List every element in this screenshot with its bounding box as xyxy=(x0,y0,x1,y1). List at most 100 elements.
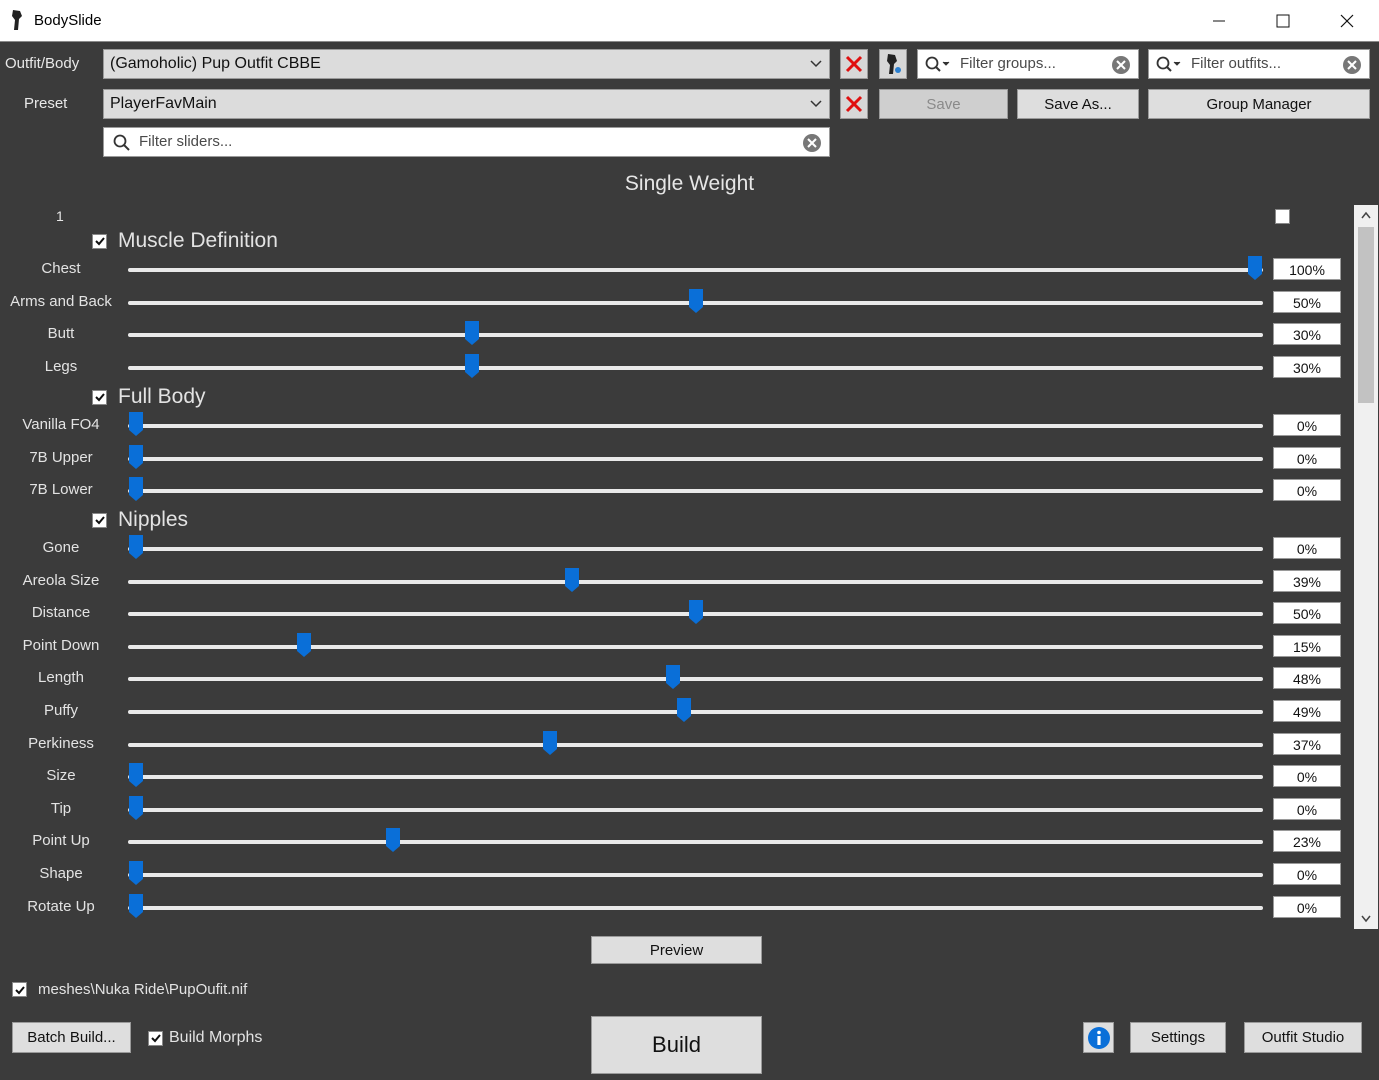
preset-select[interactable]: PlayerFavMain xyxy=(103,89,830,119)
slider-label: Shape xyxy=(39,865,83,882)
group-manager-button[interactable]: Group Manager xyxy=(1148,89,1370,119)
slider-track[interactable] xyxy=(128,807,1263,812)
slider-value-input[interactable]: 0% xyxy=(1273,537,1341,559)
slider-track[interactable] xyxy=(128,579,1263,584)
choose-outfit-button[interactable] xyxy=(879,49,907,79)
maximize-button[interactable] xyxy=(1251,0,1315,42)
slider-thumb[interactable] xyxy=(676,697,692,723)
slider-value-input[interactable]: 23% xyxy=(1273,830,1341,853)
slider-track[interactable] xyxy=(128,742,1263,747)
filter-outfits-placeholder: Filter outfits... xyxy=(1191,55,1282,72)
batch-build-button[interactable]: Batch Build... xyxy=(12,1022,131,1053)
slider-value-input[interactable]: 39% xyxy=(1273,569,1341,592)
slider-thumb[interactable] xyxy=(296,632,312,658)
clear-icon[interactable] xyxy=(802,133,822,153)
scroll-thumb[interactable] xyxy=(1358,227,1374,403)
slider-thumb[interactable] xyxy=(564,567,580,593)
chevron-down-icon xyxy=(1361,915,1371,923)
scroll-down-button[interactable] xyxy=(1354,909,1378,929)
slider-thumb[interactable] xyxy=(128,860,144,886)
title-bar: BodySlide xyxy=(0,0,1379,42)
build-button[interactable]: Build xyxy=(591,1016,762,1074)
slider-value-input[interactable]: 0% xyxy=(1273,446,1341,469)
slider-row: Gone 0% xyxy=(0,533,1350,565)
slider-track[interactable] xyxy=(128,905,1263,910)
slider-thumb[interactable] xyxy=(128,411,144,437)
slider-thumb[interactable] xyxy=(385,827,401,853)
slider-thumb[interactable] xyxy=(542,730,558,756)
slider-track[interactable] xyxy=(128,424,1263,428)
slider-value-input[interactable]: 0% xyxy=(1273,414,1341,436)
group-checkbox[interactable] xyxy=(92,389,107,405)
clear-icon[interactable] xyxy=(1342,55,1362,75)
slider-value-input[interactable]: 0% xyxy=(1273,863,1341,885)
slider-track[interactable] xyxy=(128,710,1263,714)
slider-value-input[interactable]: 30% xyxy=(1273,355,1341,378)
build-morphs-checkbox[interactable] xyxy=(148,1030,163,1046)
group-label: Full Body xyxy=(118,385,206,408)
settings-button[interactable]: Settings xyxy=(1130,1022,1226,1053)
output-file-checkbox[interactable] xyxy=(12,982,27,997)
group-label: Nipples xyxy=(118,508,189,531)
group-checkbox[interactable] xyxy=(92,512,107,528)
vertical-scrollbar[interactable] xyxy=(1354,205,1378,929)
select-all-checkbox[interactable] xyxy=(1275,209,1290,224)
filter-sliders-input[interactable]: Filter sliders... xyxy=(103,127,830,157)
slider-value-input[interactable]: 100% xyxy=(1273,258,1341,280)
slider-value-input[interactable]: 0% xyxy=(1273,797,1341,820)
save-button[interactable]: Save xyxy=(879,89,1008,119)
slider-thumb[interactable] xyxy=(1247,255,1263,281)
slider-value-input[interactable]: 0% xyxy=(1273,765,1341,788)
slider-track[interactable] xyxy=(128,775,1263,780)
slider-value-input[interactable]: 49% xyxy=(1273,700,1341,722)
slider-group: Muscle Definition xyxy=(92,228,278,254)
slider-track[interactable] xyxy=(128,547,1263,551)
scroll-up-button[interactable] xyxy=(1354,205,1378,225)
slider-thumb[interactable] xyxy=(128,893,144,919)
filter-groups-input[interactable]: Filter groups... xyxy=(917,49,1139,79)
preview-button[interactable]: Preview xyxy=(591,936,762,964)
slider-thumb[interactable] xyxy=(128,444,144,470)
delete-preset-button[interactable] xyxy=(840,89,868,119)
save-as-button[interactable]: Save As... xyxy=(1017,89,1139,119)
slider-track[interactable] xyxy=(128,677,1263,682)
close-button[interactable] xyxy=(1315,0,1379,42)
slider-value-input[interactable]: 0% xyxy=(1273,895,1341,918)
slider-track[interactable] xyxy=(128,489,1263,494)
outfit-studio-button[interactable]: Outfit Studio xyxy=(1244,1022,1362,1053)
slider-track[interactable] xyxy=(128,840,1263,845)
slider-value-input[interactable]: 15% xyxy=(1273,634,1341,657)
slider-value-input[interactable]: 37% xyxy=(1273,732,1341,755)
slider-thumb[interactable] xyxy=(665,664,681,690)
slider-value-input[interactable]: 50% xyxy=(1273,602,1341,625)
slider-track[interactable] xyxy=(128,873,1263,877)
slider-track[interactable] xyxy=(128,333,1263,338)
red-x-icon xyxy=(845,95,863,113)
slider-value-input[interactable]: 0% xyxy=(1273,479,1341,502)
slider-track[interactable] xyxy=(128,365,1263,370)
slider-value-input[interactable]: 48% xyxy=(1273,667,1341,690)
slider-thumb[interactable] xyxy=(128,795,144,821)
slider-thumb[interactable] xyxy=(464,320,480,346)
slider-value-input[interactable]: 30% xyxy=(1273,323,1341,346)
slider-value-input[interactable]: 50% xyxy=(1273,290,1341,313)
slider-label: Point Down xyxy=(22,636,100,654)
slider-track[interactable] xyxy=(128,268,1263,272)
slider-thumb[interactable] xyxy=(128,762,144,788)
outfit-select[interactable]: (Gamoholic) Pup Outfit CBBE xyxy=(103,49,830,79)
slider-row: Tip 0% xyxy=(0,794,1350,826)
slider-thumb[interactable] xyxy=(688,288,704,314)
close-icon xyxy=(1340,14,1354,28)
slider-thumb[interactable] xyxy=(464,353,480,379)
slider-track[interactable] xyxy=(128,456,1263,461)
minimize-button[interactable] xyxy=(1187,0,1251,42)
slider-thumb[interactable] xyxy=(128,476,144,502)
filter-outfits-input[interactable]: Filter outfits... xyxy=(1148,49,1370,79)
clear-icon[interactable] xyxy=(1111,55,1131,75)
info-button[interactable] xyxy=(1083,1022,1114,1053)
slider-thumb[interactable] xyxy=(688,599,704,625)
checkmark-icon xyxy=(94,516,105,525)
delete-outfit-button[interactable] xyxy=(840,49,868,79)
slider-thumb[interactable] xyxy=(128,534,144,560)
group-checkbox[interactable] xyxy=(92,233,107,249)
